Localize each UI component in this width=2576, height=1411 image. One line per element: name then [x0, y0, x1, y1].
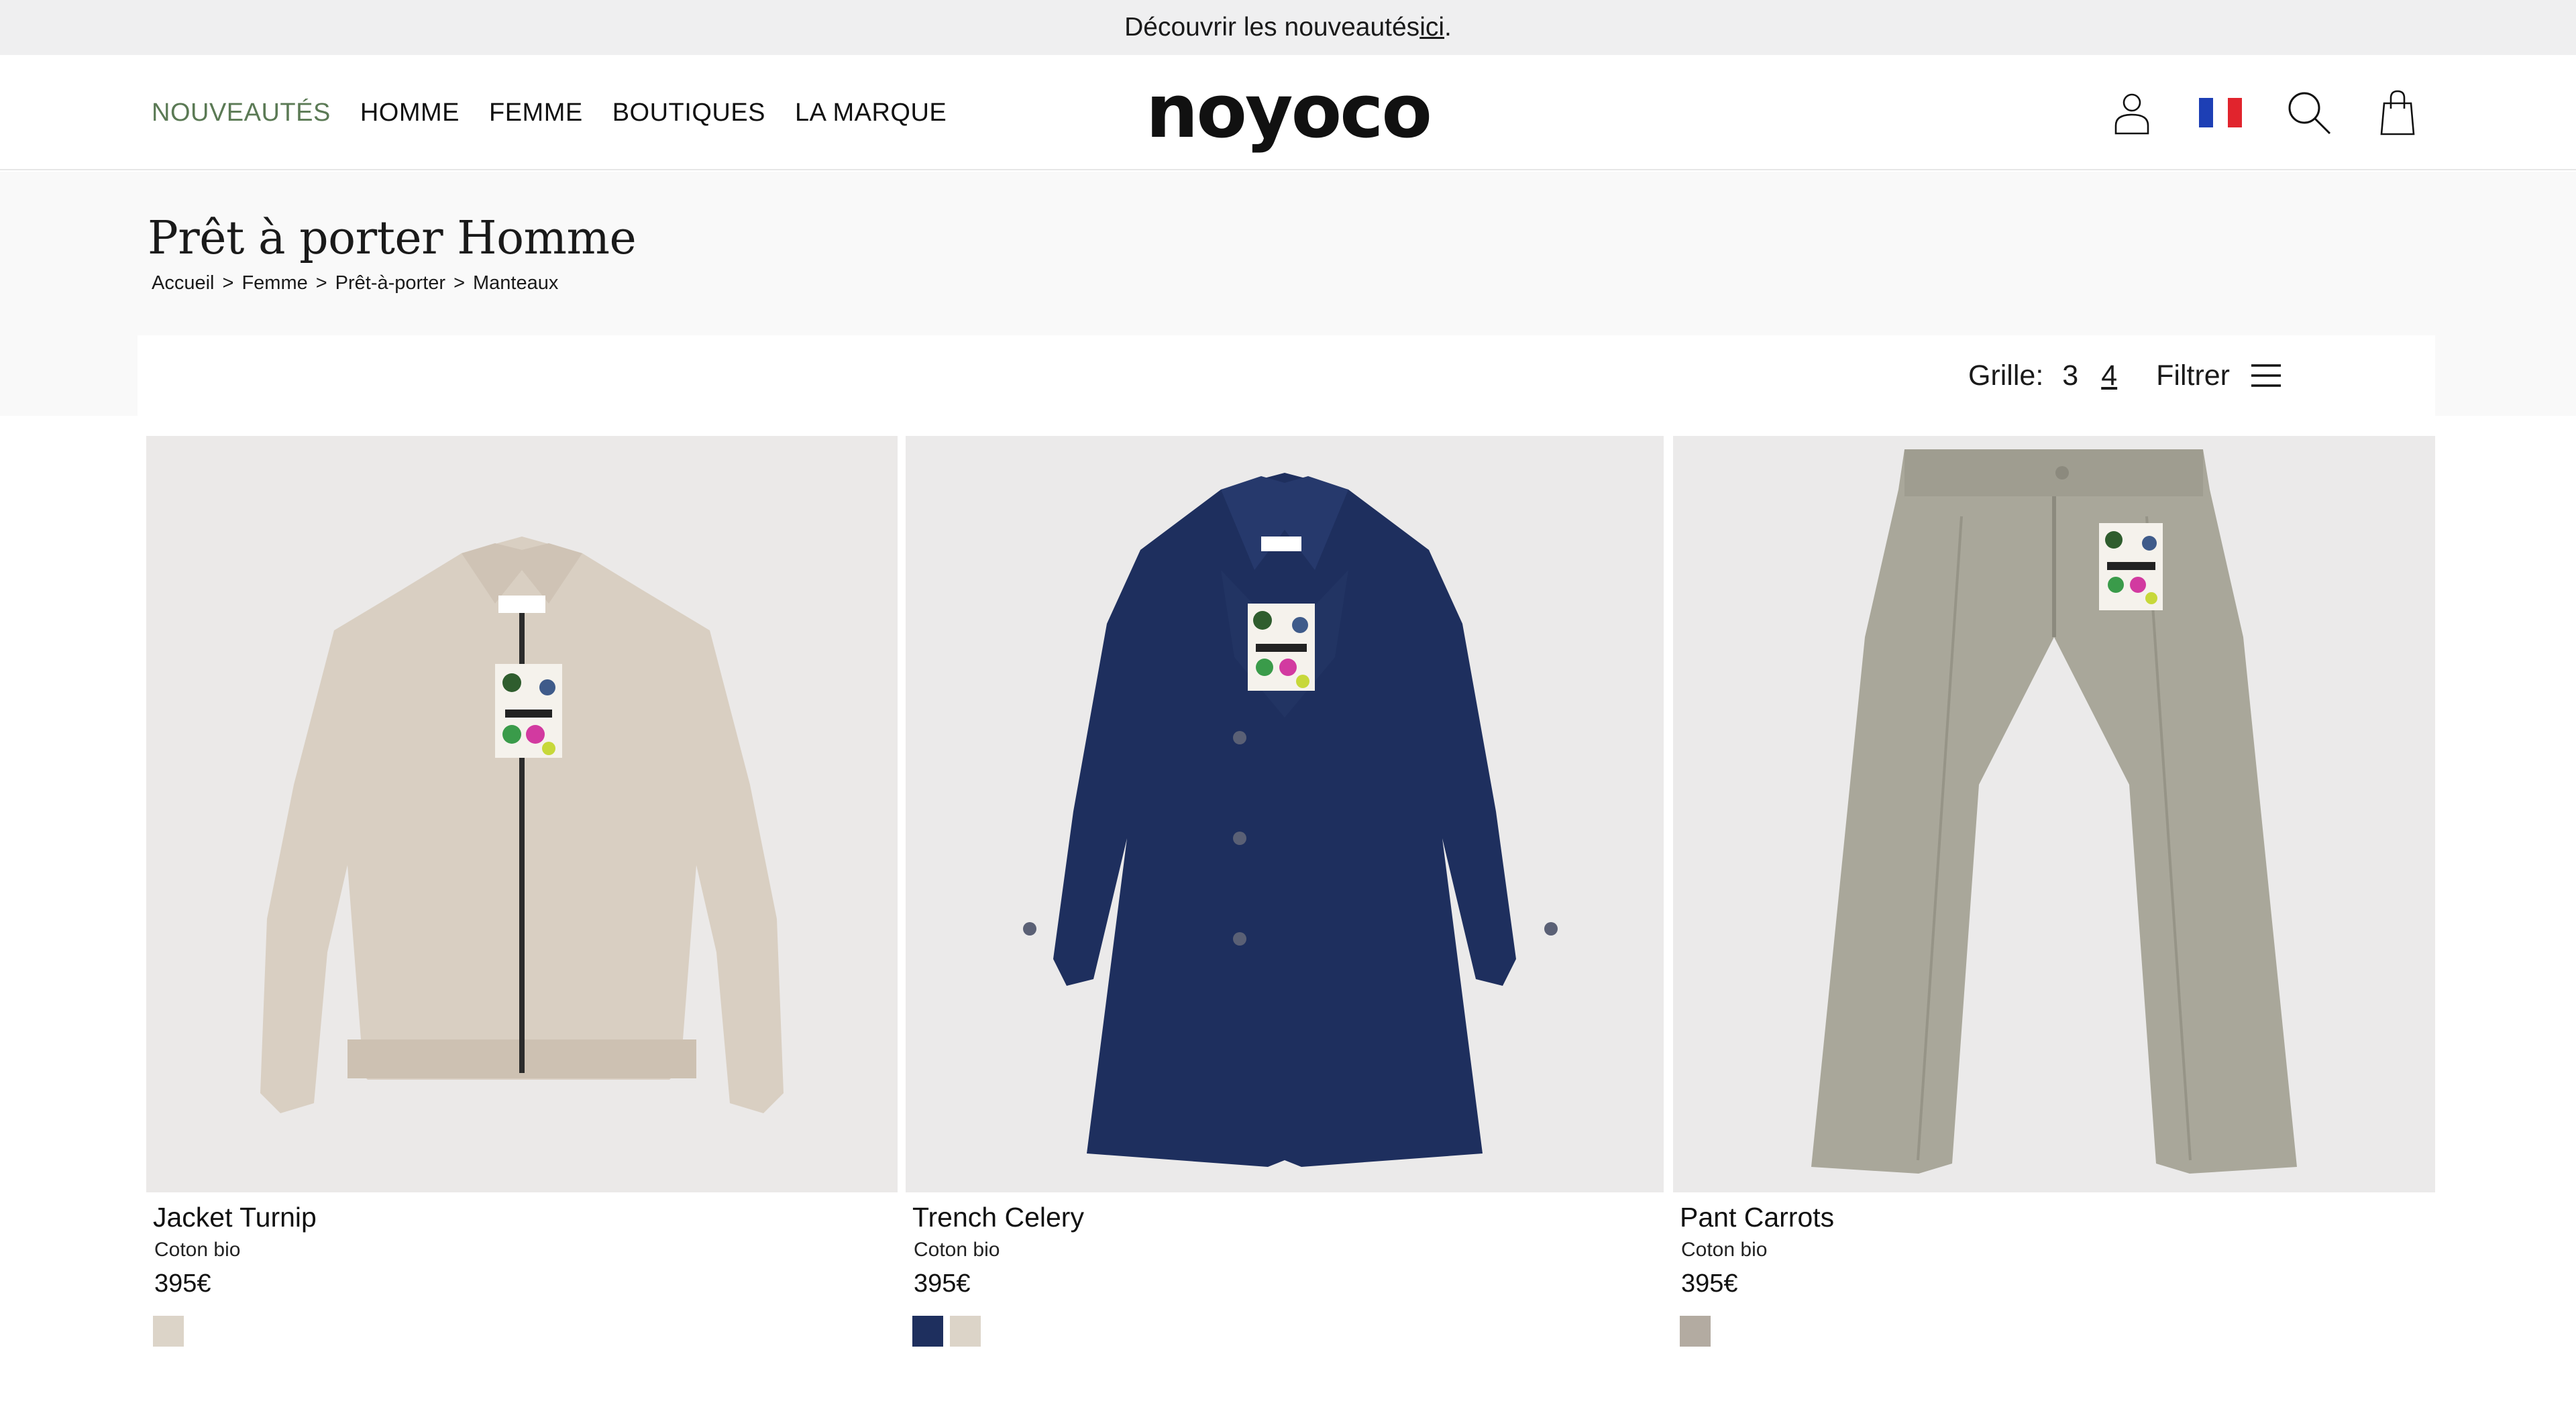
- nav-item-homme[interactable]: HOMME: [360, 99, 460, 127]
- product-image-jacket[interactable]: [146, 436, 898, 1192]
- product-image-trench[interactable]: [906, 436, 1664, 1192]
- france-flag-icon[interactable]: [2196, 86, 2245, 139]
- menu-lines-icon: [2251, 364, 2281, 387]
- filter-button[interactable]: Filtrer: [2156, 359, 2282, 392]
- announcement-text: Découvrir les nouveautés: [1124, 13, 1420, 42]
- breadcrumb-separator: >: [315, 272, 327, 294]
- product-price: 395€: [1681, 1269, 1738, 1298]
- shopping-bag-icon[interactable]: [2373, 86, 2422, 139]
- product-price: 395€: [914, 1269, 971, 1298]
- breadcrumb-accueil[interactable]: Accueil: [152, 272, 215, 294]
- color-swatches: [153, 1316, 898, 1347]
- brand-logo[interactable]: noyoco: [1146, 68, 1432, 154]
- product-material: Coton bio: [914, 1239, 1000, 1261]
- color-swatches: [912, 1316, 1664, 1347]
- color-swatch-beige[interactable]: [153, 1316, 184, 1347]
- breadcrumb-manteaux[interactable]: Manteaux: [473, 272, 558, 294]
- color-swatch-beige[interactable]: [950, 1316, 981, 1347]
- breadcrumb-separator: >: [222, 272, 234, 294]
- nav-item-femme[interactable]: FEMME: [489, 99, 583, 127]
- grid-option-3[interactable]: 3: [2058, 359, 2082, 392]
- product-card[interactable]: Jacket Turnip Coton bio 395€: [146, 436, 898, 1347]
- product-card[interactable]: Pant Carrots Coton bio 395€: [1673, 436, 2435, 1347]
- breadcrumb-pret-a-porter[interactable]: Prêt-à-porter: [335, 272, 445, 294]
- grid-label: Grille:: [1968, 359, 2044, 392]
- announcement-end: .: [1444, 13, 1452, 42]
- breadcrumb-femme[interactable]: Femme: [241, 272, 307, 294]
- color-swatches: [1680, 1316, 2435, 1347]
- search-icon[interactable]: [2285, 86, 2333, 139]
- product-name[interactable]: Pant Carrots: [1680, 1202, 2435, 1233]
- announcement-bar: Découvrir les nouveautés ici.: [0, 0, 2576, 55]
- product-name[interactable]: Trench Celery: [912, 1202, 1664, 1233]
- product-material: Coton bio: [154, 1239, 241, 1261]
- account-icon[interactable]: [2108, 86, 2156, 139]
- product-material: Coton bio: [1681, 1239, 1768, 1261]
- product-image-pant[interactable]: [1673, 436, 2435, 1192]
- breadcrumb-separator: >: [453, 272, 465, 294]
- header-tools: [2108, 55, 2422, 170]
- product-card[interactable]: Trench Celery Coton bio 395€: [906, 436, 1664, 1347]
- grid-option-4[interactable]: 4: [2097, 359, 2121, 392]
- site-header: NOUVEAUTÉS HOMME FEMME BOUTIQUES LA MARQ…: [0, 55, 2576, 170]
- color-swatch-navy[interactable]: [912, 1316, 943, 1347]
- color-swatch-taupe[interactable]: [1680, 1316, 1711, 1347]
- main-nav: NOUVEAUTÉS HOMME FEMME BOUTIQUES LA MARQ…: [152, 55, 947, 170]
- product-name[interactable]: Jacket Turnip: [153, 1202, 898, 1233]
- page-title: Prêt à porter Homme: [148, 212, 637, 265]
- nav-item-boutiques[interactable]: BOUTIQUES: [612, 99, 765, 127]
- nav-item-la-marque[interactable]: LA MARQUE: [795, 99, 947, 127]
- listing-toolbar: Grille: 3 4 Filtrer: [138, 335, 2435, 416]
- nav-item-nouveautes[interactable]: NOUVEAUTÉS: [152, 99, 331, 127]
- filter-label: Filtrer: [2156, 359, 2230, 392]
- breadcrumb: Accueil > Femme > Prêt-à-porter > Mantea…: [152, 272, 558, 294]
- announcement-link[interactable]: ici: [1419, 13, 1444, 42]
- product-price: 395€: [154, 1269, 211, 1298]
